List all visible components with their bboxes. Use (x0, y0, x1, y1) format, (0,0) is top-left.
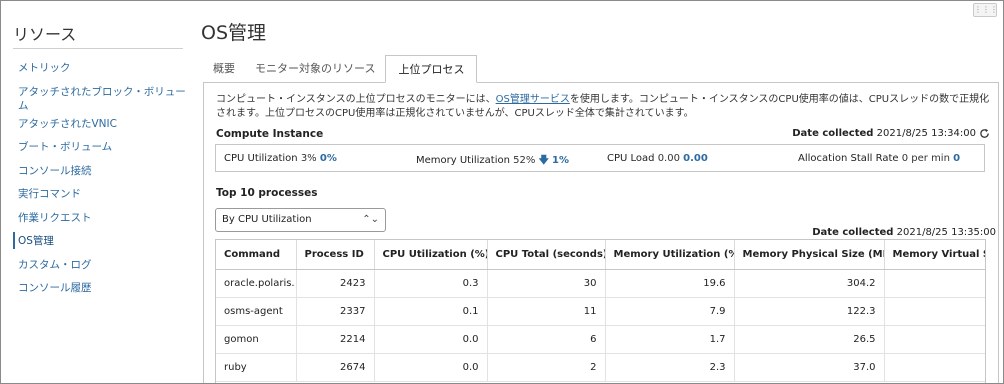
cpu-utilization-label: CPU Utilization (224, 153, 298, 164)
tab-top-processes[interactable]: 上位プロセス (385, 55, 478, 83)
cpu-load-delta: 0.00 (683, 153, 708, 164)
cell-memory-utilization: 19.6 (605, 269, 735, 298)
table-header-row: Command Process ID CPU Utilization (%)▼ … (216, 240, 985, 270)
cell-memory-virtual-size (884, 297, 985, 326)
grid-menu-icon[interactable]: ⋮⋮⋮ (973, 3, 998, 17)
cell-memory-virtual-size (884, 353, 985, 382)
table-row: oracle.polaris. 2423 0.3 30 19.6 304.2 (216, 269, 985, 298)
cpu-utilization-metric: CPU Utilization 3% 0% (224, 153, 337, 164)
table-row: osms-agent 2337 0.1 11 7.9 122.3 (216, 297, 985, 326)
cell-command: oracle.polaris. (216, 269, 297, 298)
sidebar-item-custom-logs[interactable]: カスタム・ログ (1, 258, 191, 282)
memory-utilization-value: 52% (513, 155, 536, 166)
allocation-stall-delta: 0 (953, 153, 961, 164)
cell-memory-utilization: 7.9 (605, 297, 735, 326)
column-header-memory-virtual-size[interactable]: Memory Virtual Size (884, 240, 985, 270)
cell-memory-utilization: 1.7 (605, 325, 735, 354)
processes-date-collected: Date collected 2021/8/25 13:35:00 (812, 227, 996, 238)
column-header-memory-utilization[interactable]: Memory Utilization (%) (605, 240, 735, 270)
memory-utilization-metric: Memory Utilization 52% 🡇 1% (416, 153, 569, 170)
sidebar-item-metrics[interactable]: メトリック (1, 61, 191, 85)
cell-memory-physical-size: 304.2 (734, 269, 885, 298)
processes-table: Command Process ID CPU Utilization (%)▼ … (216, 240, 985, 382)
sidebar-title: リソース (13, 25, 77, 44)
table-row: ruby 2674 0.0 2 2.3 37.0 (216, 353, 985, 382)
column-header-memory-physical-size[interactable]: Memory Physical Size (MB) (734, 240, 885, 270)
date-label: Date collected (792, 128, 874, 139)
cell-memory-physical-size: 37.0 (734, 353, 885, 382)
processes-table-container[interactable]: Command Process ID CPU Utilization (%)▼ … (215, 239, 986, 383)
cell-process-id: 2337 (296, 297, 375, 326)
cell-memory-physical-size: 26.5 (734, 325, 885, 354)
main-content: OS管理 ⋮⋮⋮ 概要 モニター対象のリソース 上位プロセス コンピュート・イン… (200, 1, 1002, 383)
cell-memory-physical-size: 122.3 (734, 297, 885, 326)
tab-overview[interactable]: 概要 (203, 55, 245, 83)
sidebar-item-run-command[interactable]: 実行コマンド (1, 187, 191, 211)
sidebar-item-work-requests[interactable]: 作業リクエスト (1, 211, 191, 235)
sidebar-item-console-history[interactable]: コンソール履歴 (1, 281, 191, 305)
cpu-load-value: 0.00 (657, 153, 680, 164)
column-header-label: CPU Utilization (%) (382, 248, 487, 260)
cell-command: ruby (216, 353, 297, 382)
cell-process-id: 2214 (296, 325, 375, 354)
sidebar: リソース メトリック アタッチされたブロック・ボリュー ム アタッチされたVNI… (1, 1, 191, 383)
cell-process-id: 2674 (296, 353, 375, 382)
sidebar-list: メトリック アタッチされたブロック・ボリュー ム アタッチされたVNIC ブート… (1, 61, 191, 305)
compute-metrics-box: CPU Utilization 3% 0% Memory Utilization… (215, 144, 985, 172)
cell-cpu-total: 6 (487, 325, 606, 354)
column-header-cpu-total[interactable]: CPU Total (seconds) (487, 240, 606, 270)
cell-cpu-utilization: 0.0 (374, 325, 488, 354)
arrow-down-icon: 🡇 (538, 155, 549, 166)
column-header-command[interactable]: Command (216, 240, 297, 270)
allocation-stall-value: 0 per min (901, 153, 950, 164)
top-processes-heading: Top 10 processes (216, 187, 318, 199)
sidebar-item-vnic[interactable]: アタッチされたVNIC (1, 117, 191, 141)
cpu-utilization-delta: 0% (319, 153, 337, 164)
memory-utilization-label: Memory Utilization (416, 155, 510, 166)
os-management-link[interactable]: OS管理サービス (496, 94, 570, 105)
cell-memory-virtual-size (884, 269, 985, 298)
sidebar-item-console-connection[interactable]: コンソール接続 (1, 164, 191, 188)
sidebar-item-block-volumes[interactable]: アタッチされたブロック・ボリュー ム (1, 85, 191, 117)
allocation-stall-metric: Allocation Stall Rate 0 per min 0 (798, 153, 960, 164)
cell-cpu-total: 2 (487, 353, 606, 382)
tab-monitored-resources[interactable]: モニター対象のリソース (245, 55, 385, 83)
cell-memory-utilization: 2.3 (605, 353, 735, 382)
column-header-process-id[interactable]: Process ID (296, 240, 375, 270)
cell-cpu-total: 30 (487, 269, 606, 298)
compute-date-collected: Date collected 2021/8/25 13:34:00 (792, 128, 976, 139)
cell-cpu-utilization: 0.0 (374, 353, 488, 382)
sidebar-item-boot-volume[interactable]: ブート・ボリューム (1, 140, 191, 164)
sort-select[interactable]: By CPU Utilization ⌃⌄ (215, 208, 386, 232)
sidebar-divider (13, 48, 183, 49)
cpu-load-metric: CPU Load 0.00 0.00 (607, 153, 708, 164)
date-label: Date collected (812, 227, 894, 238)
chevron-updown-icon: ⌃⌄ (362, 214, 379, 225)
allocation-stall-label: Allocation Stall Rate (798, 153, 899, 164)
column-header-cpu-utilization[interactable]: CPU Utilization (%)▼ (374, 240, 488, 270)
sidebar-item-os-management[interactable]: OS管理 (1, 232, 191, 258)
cpu-load-label: CPU Load (607, 153, 655, 164)
compute-instance-heading: Compute Instance (216, 128, 324, 140)
cell-command: gomon (216, 325, 297, 354)
cell-cpu-utilization: 0.1 (374, 297, 488, 326)
refresh-icon[interactable] (979, 128, 990, 139)
cpu-utilization-value: 3% (300, 153, 317, 164)
date-value: 2021/8/25 13:35:00 (896, 227, 996, 238)
memory-utilization-delta: 1% (552, 155, 570, 166)
table-row: gomon 2214 0.0 6 1.7 26.5 (216, 325, 985, 354)
tab-panel: コンピュート・インスタンスの上位プロセスのモニターには、OS管理サービスを使用し… (203, 82, 999, 383)
sidebar-item-label: アタッチされたブロック・ボリュー ム (18, 85, 186, 112)
cell-memory-virtual-size (884, 325, 985, 354)
sort-select-value: By CPU Utilization (222, 214, 312, 225)
page-title: OS管理 (201, 22, 267, 44)
cell-command: osms-agent (216, 297, 297, 326)
cell-process-id: 2423 (296, 269, 375, 298)
date-value: 2021/8/25 13:34:00 (876, 128, 976, 139)
intro-text-before: コンピュート・インスタンスの上位プロセスのモニターには、 (216, 94, 496, 105)
tab-bar: 概要 モニター対象のリソース 上位プロセス (203, 55, 478, 83)
intro-text: コンピュート・インスタンスの上位プロセスのモニターには、OS管理サービスを使用し… (216, 93, 991, 121)
cell-cpu-total: 11 (487, 297, 606, 326)
cell-cpu-utilization: 0.3 (374, 269, 488, 298)
